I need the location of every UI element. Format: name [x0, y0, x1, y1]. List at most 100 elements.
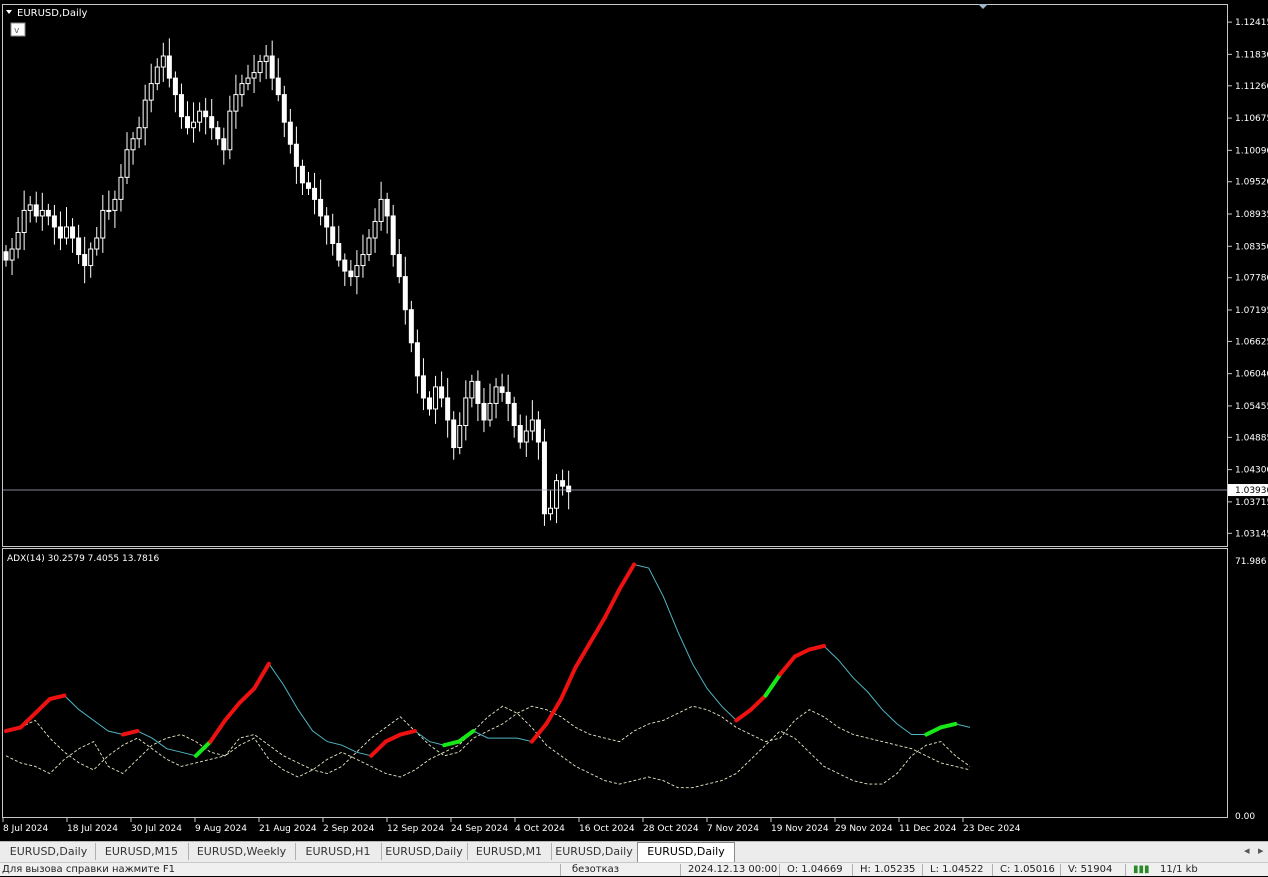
candle-bear [45, 209, 51, 217]
candle-bull [100, 209, 106, 239]
price-tick-label: 1.10090 [1235, 146, 1268, 156]
price-tick-label: 1.04885 [1235, 433, 1268, 443]
adx-scale-max: 71.986 [1235, 557, 1267, 567]
candle-bear [560, 480, 566, 487]
candle-bear [318, 198, 324, 217]
candle-bull [154, 66, 160, 85]
candle-bear [324, 215, 330, 228]
candle-bear [275, 77, 281, 96]
main-chart-frame [0, 0, 1268, 841]
candle-bear [439, 386, 445, 399]
chart-title: EURUSD,Daily [17, 8, 88, 19]
candle-bear [209, 116, 215, 129]
candle-bear [185, 116, 190, 129]
time-tick-label: 29 Nov 2024 [835, 824, 893, 834]
candle-bull [251, 72, 257, 79]
tab-scroll-right-icon[interactable]: ▸ [1258, 844, 1264, 857]
price-tick-label: 1.03145 [1235, 529, 1268, 539]
tab-scroll-left-icon[interactable]: ◂ [1244, 844, 1250, 857]
candle-bear [481, 402, 487, 421]
candle-bear [475, 380, 481, 404]
candle-bull [469, 380, 475, 399]
candle-bull [9, 248, 15, 261]
candle-bull [487, 402, 493, 421]
chart-tab-bar: ◂ ▸ EURUSD,Daily EURUSD,M15 EURUSD,Weekly E… [0, 841, 1268, 862]
status-bar: Для вызова справки нажмите F1 безотказ 2… [0, 862, 1268, 876]
candle-bear [57, 226, 63, 239]
adx-scale-min: 0.00 [1235, 812, 1255, 822]
candle-bear [427, 397, 432, 410]
candle-bear [166, 55, 172, 79]
chart-tab[interactable]: EURUSD,M15 [95, 843, 189, 860]
adx-indicator-label: ADX(14) 30.2579 7.4055 13.7816 [7, 554, 160, 564]
time-tick-label: 19 Nov 2024 [771, 824, 829, 834]
candle-bull [88, 248, 94, 267]
time-tick-label: 21 Aug 2024 [259, 824, 317, 834]
chart-tab[interactable]: EURUSD,Weekly [188, 843, 296, 860]
candle-bull [15, 231, 21, 250]
time-tick-label: 8 Jul 2024 [3, 824, 48, 834]
candle-bear [51, 215, 57, 228]
chart-tab[interactable]: EURUSD,Daily [637, 842, 735, 862]
candle-bear [82, 254, 88, 267]
candle-bear [348, 270, 354, 278]
candle-bull [554, 480, 560, 509]
candle-bear [445, 397, 451, 421]
candle-bull [227, 110, 233, 151]
candle-bear [281, 94, 287, 123]
time-tick-label: 30 Jul 2024 [131, 824, 182, 834]
candle-bull [372, 220, 378, 239]
candle-bull [39, 209, 45, 217]
candle-bull [360, 254, 366, 267]
candle-bear [203, 110, 209, 118]
time-tick-label: 24 Sep 2024 [451, 824, 508, 834]
candle-bear [3, 251, 9, 261]
candle-bear [299, 165, 305, 184]
price-tick-label: 1.07780 [1235, 274, 1268, 284]
chart-tab[interactable]: EURUSD,Daily [381, 843, 468, 860]
time-tick-label: 12 Sep 2024 [387, 824, 444, 834]
candle-bull [263, 55, 269, 63]
candle-bear [172, 77, 178, 96]
candle-bear [342, 259, 348, 272]
time-tick-label: 23 Dec 2024 [963, 824, 1021, 834]
candle-bear [535, 419, 541, 443]
chart-tab[interactable]: EURUSD,M1 [467, 843, 552, 860]
time-tick-label: 16 Oct 2024 [579, 824, 635, 834]
candle-bull [529, 419, 535, 432]
candle-bull [457, 425, 463, 449]
candle-bull [233, 94, 239, 112]
candle-bull [433, 386, 439, 410]
time-tick-label: 28 Oct 2024 [643, 824, 699, 834]
candle-bear [76, 237, 82, 256]
price-tick-label: 1.06040 [1235, 370, 1268, 380]
candle-bull [27, 204, 33, 211]
candle-bear [511, 402, 517, 427]
price-tick-label: 1.04300 [1235, 466, 1268, 476]
candle-bull [366, 237, 372, 256]
chart-tab[interactable]: EURUSD,Daily [2, 843, 96, 860]
candle-bull [130, 138, 136, 151]
price-tick-label: 1.06625 [1235, 337, 1268, 347]
time-tick-label: 18 Jul 2024 [67, 824, 118, 834]
candle-bull [257, 61, 263, 74]
candle-bull [124, 149, 130, 178]
candle-bull [118, 176, 124, 200]
chart-tab[interactable]: EURUSD,H1 [295, 843, 382, 860]
candle-bear [33, 204, 39, 217]
chart-window[interactable]: EURUSD,Daily v 1.12415 1.11830 1.11260 1.10… [0, 0, 1268, 841]
price-tick-label: 1.03715 [1235, 498, 1268, 508]
candle-bull [106, 209, 112, 212]
candle-bear [330, 226, 336, 245]
price-tick-label: 1.12415 [1235, 18, 1268, 28]
candle-bear [269, 55, 275, 79]
candle-bull [160, 55, 166, 68]
candle-bull [94, 237, 100, 250]
candle-bull [548, 507, 553, 515]
candle-bull [523, 430, 529, 443]
candle-bear [566, 485, 572, 493]
chart-tab[interactable]: EURUSD,Daily [551, 843, 638, 860]
candle-bear [420, 375, 426, 399]
price-tick-label: 1.07195 [1235, 306, 1268, 316]
candle-bear [287, 121, 293, 145]
